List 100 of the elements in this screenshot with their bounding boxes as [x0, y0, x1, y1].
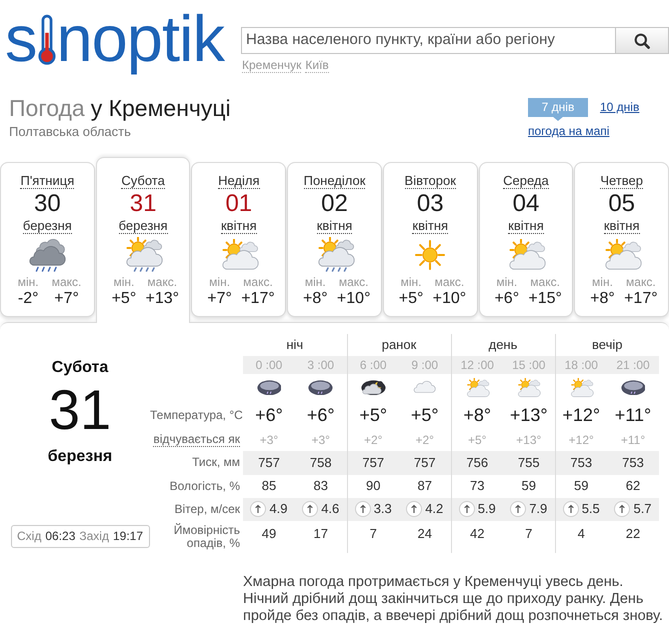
- page-title: Погода: [9, 94, 85, 122]
- day-tab[interactable]: Субота 31 березня мін. +5° макс. +13°: [96, 156, 190, 322]
- cloud-icon: [256, 380, 282, 396]
- day-date: 05: [608, 190, 636, 218]
- city-title: у Кременчуці: [90, 94, 231, 122]
- logo-text[interactable]: noptik: [56, 2, 224, 75]
- feels-like-value: +5°: [468, 432, 486, 447]
- row-label: Температура, °C: [150, 408, 243, 422]
- max-temperature: +17°: [624, 288, 658, 308]
- feels-like-value: +3°: [260, 432, 278, 447]
- max-temperature: +17°: [241, 288, 275, 308]
- wind-speed: 3.3: [374, 500, 392, 518]
- wind-speed: 5.9: [478, 500, 496, 518]
- sun-icon: [415, 240, 446, 270]
- day-date: 01: [225, 190, 252, 218]
- feels-like-value: +2°: [364, 432, 382, 447]
- max-label: макс.: [338, 274, 369, 288]
- pressure-value: 756: [451, 450, 503, 474]
- day-name: Субота: [121, 172, 165, 188]
- sun-cloud-icon: [516, 378, 542, 398]
- feels-like-value: +13°: [516, 432, 542, 447]
- detail-date: 31: [48, 382, 112, 438]
- row-label: Вологість, %: [170, 480, 240, 492]
- day-tab[interactable]: Понеділок 02 квітня мін. +8° макс. +10°: [287, 162, 382, 316]
- cloud-icon: [620, 380, 646, 396]
- min-temperature: +7°: [207, 288, 232, 308]
- day-date: 02: [321, 190, 348, 218]
- max-label: макс.: [434, 274, 464, 288]
- pressure-value: 757: [399, 450, 451, 474]
- period-label: ніч: [286, 336, 304, 352]
- day-month: березня: [118, 218, 168, 234]
- time-label: 21 :00: [607, 356, 660, 374]
- wind-speed: 4.6: [321, 500, 340, 518]
- temperature-value: +12°: [562, 404, 600, 424]
- humidity-value: 59: [522, 478, 536, 494]
- humidity-value: 73: [470, 478, 484, 494]
- day-name: Понеділок: [304, 172, 366, 188]
- precipitation-value: 24: [418, 524, 432, 542]
- logo-text[interactable]: s: [5, 2, 36, 75]
- row-label: Вітер, м/сек: [174, 502, 240, 516]
- pressure-value: 757: [243, 450, 295, 474]
- day-date: 03: [416, 190, 444, 218]
- period-label: вечір: [592, 336, 622, 352]
- day-name: Вівторок: [404, 172, 456, 188]
- day-name: П'ятниця: [20, 172, 74, 188]
- day-tab[interactable]: Середа 04 квітня мін. +6° макс. +15°: [478, 162, 574, 316]
- time-label: 12 :00: [451, 356, 503, 374]
- day-date: 31: [130, 190, 156, 218]
- day-tab[interactable]: Вівторок 03 квітня мін. +5° макс. +10°: [382, 162, 478, 316]
- search-field[interactable]: Назва населеного пункту, країни або регіону: [241, 27, 615, 54]
- search-icon: [634, 32, 650, 48]
- max-label: макс.: [243, 274, 273, 288]
- day-name: Неділя: [218, 172, 260, 188]
- feels-like-value: +3°: [312, 432, 330, 447]
- sunrise-time: 06:23: [45, 528, 76, 544]
- search-button[interactable]: [615, 27, 669, 54]
- cloud-rain-icon: [27, 238, 68, 272]
- pressure-value: 753: [555, 450, 607, 474]
- sunset-label: Захід: [79, 528, 109, 544]
- map-link[interactable]: погода на мапі: [528, 124, 610, 138]
- wind-speed: 4.2: [425, 500, 444, 518]
- day-tab[interactable]: Четвер 05 квітня мін. +8° макс. +17°: [574, 162, 669, 316]
- thermometer-icon[interactable]: [38, 13, 56, 67]
- day-month: квітня: [604, 218, 640, 234]
- time-label: 3 :00: [295, 356, 347, 374]
- range-tab[interactable]: 10 днів: [600, 98, 640, 117]
- row-label: Тиск, мм: [192, 456, 240, 469]
- max-temperature: +7°: [54, 288, 79, 308]
- feels-like-value: +11°: [620, 432, 646, 447]
- cloud-icon: [308, 380, 334, 396]
- day-month: квітня: [316, 218, 352, 234]
- min-temperature: +5°: [112, 288, 136, 308]
- period-label: ранок: [382, 336, 416, 352]
- day-date: 04: [512, 190, 540, 218]
- humidity-value: 90: [366, 478, 380, 494]
- day-tab[interactable]: Неділя 01 квітня мін. +7° макс. +17°: [191, 162, 286, 316]
- period-label: день: [488, 336, 518, 352]
- humidity-value: 87: [418, 478, 432, 494]
- min-label: мін.: [400, 274, 422, 288]
- day-month: квітня: [412, 218, 448, 234]
- precipitation-value: 17: [314, 524, 328, 542]
- day-name: Четвер: [600, 172, 643, 188]
- precipitation-value: 7: [370, 524, 377, 542]
- moon-cloud-icon: [360, 380, 386, 396]
- time-label: 18 :00: [555, 356, 607, 374]
- humidity-value: 85: [262, 478, 276, 494]
- temperature-value: +6°: [306, 404, 335, 424]
- feels-like-value: +2°: [416, 432, 434, 447]
- min-label: мін.: [496, 274, 518, 288]
- temperature-value: +6°: [255, 404, 283, 424]
- time-label: 9 :00: [399, 356, 451, 374]
- precipitation-value: 4: [578, 524, 585, 542]
- sun-cloud-icon: [568, 378, 594, 398]
- day-date: 30: [34, 190, 61, 218]
- pressure-value: 755: [503, 450, 555, 474]
- day-tab[interactable]: П'ятниця 30 березня мін. -2° макс. +7°: [0, 162, 95, 316]
- temperature-value: +11°: [614, 404, 652, 424]
- pressure-value: 757: [347, 450, 399, 474]
- min-temperature: +8°: [590, 288, 615, 308]
- wind-speed: 7.9: [529, 500, 548, 518]
